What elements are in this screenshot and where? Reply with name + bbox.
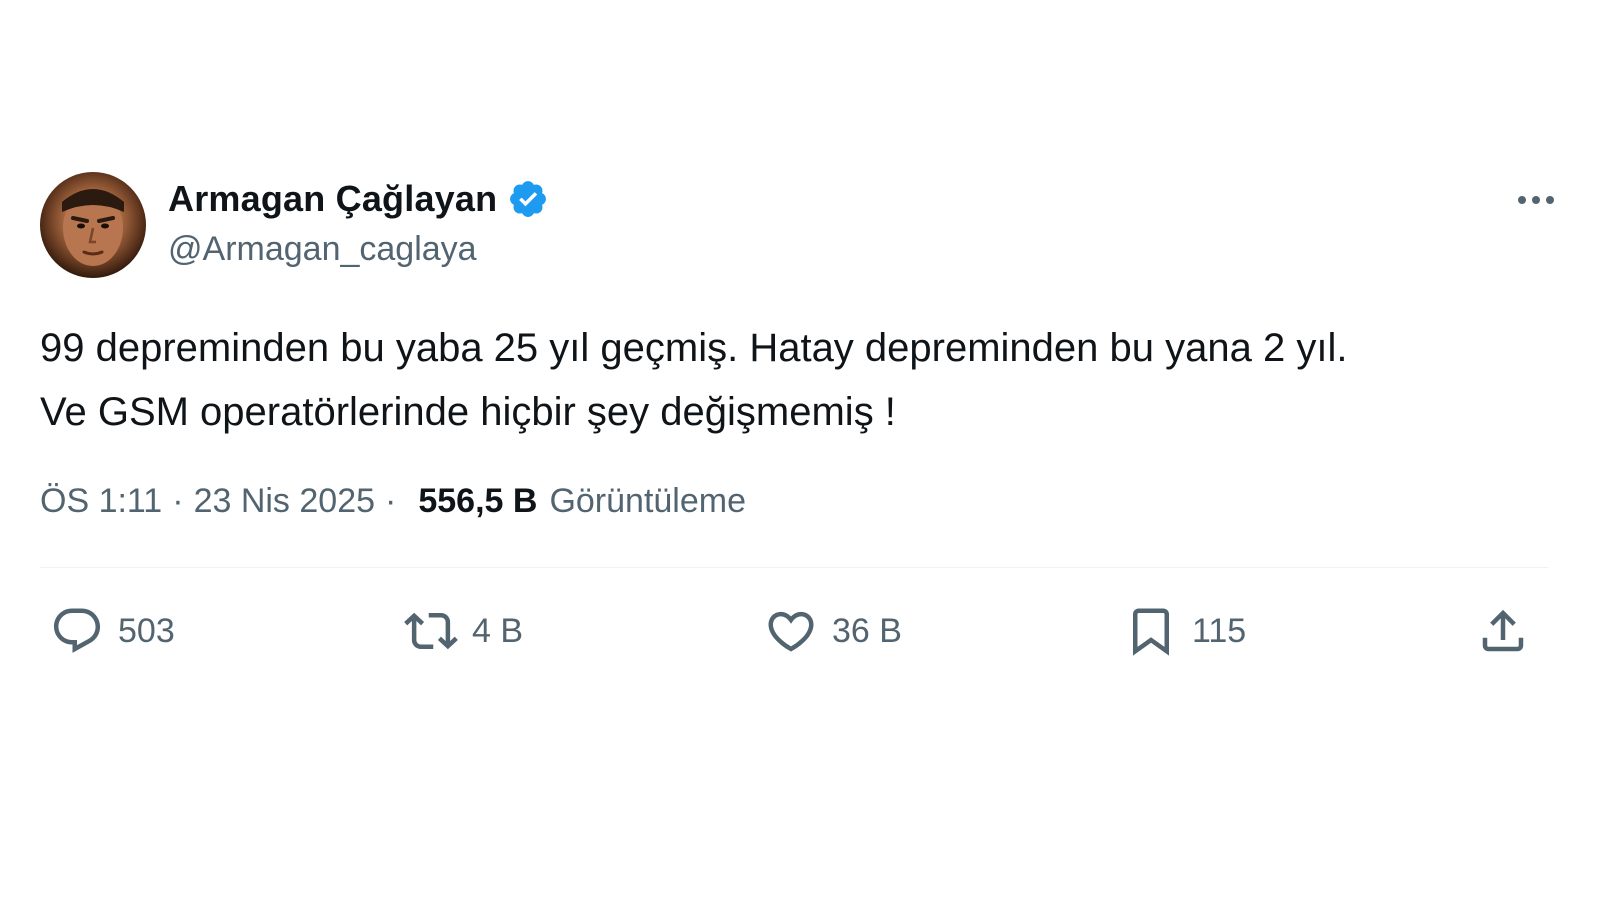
action-bar: 503 4 B 36 B 115 bbox=[40, 592, 1560, 672]
meta-separator: · bbox=[385, 482, 397, 520]
author-display-name[interactable]: Armagan Çağlayan bbox=[168, 178, 497, 220]
tweet-header: Armagan Çağlayan @Armagan_caglaya bbox=[40, 172, 1560, 280]
tweet-date[interactable]: 23 Nis 2025 bbox=[194, 482, 375, 521]
avatar[interactable] bbox=[40, 172, 146, 278]
heart-icon bbox=[768, 611, 814, 652]
tweet-time[interactable]: ÖS 1:11 bbox=[40, 482, 162, 521]
like-count: 36 B bbox=[832, 611, 902, 650]
verified-badge-icon bbox=[510, 181, 547, 217]
author-block: Armagan Çağlayan @Armagan_caglaya bbox=[168, 176, 549, 269]
retweet-icon bbox=[404, 612, 458, 650]
meta-separator: · bbox=[172, 482, 184, 520]
more-dots-icon bbox=[1518, 196, 1554, 204]
more-options-button[interactable] bbox=[1512, 186, 1560, 210]
tweet-card: Armagan Çağlayan @Armagan_caglaya 99 dep… bbox=[40, 172, 1560, 672]
divider bbox=[40, 567, 1548, 568]
views-label: Görüntüleme bbox=[549, 482, 746, 520]
share-button[interactable] bbox=[1476, 604, 1530, 658]
name-row: Armagan Çağlayan bbox=[168, 176, 549, 222]
bookmark-count: 115 bbox=[1192, 611, 1247, 650]
tweet-text: 99 depreminden bu yaba 25 yıl geçmiş. Ha… bbox=[40, 326, 1348, 434]
share-icon bbox=[1482, 609, 1524, 652]
profile-photo-icon bbox=[62, 189, 124, 266]
reply-button[interactable]: 503 bbox=[50, 604, 175, 658]
views-count: 556,5 B bbox=[418, 482, 538, 520]
reply-count: 503 bbox=[118, 611, 175, 650]
tweet-meta: ÖS 1:11 · 23 Nis 2025 · 556,5 B Görüntül… bbox=[40, 482, 1560, 521]
bookmark-button[interactable]: 115 bbox=[1124, 604, 1246, 658]
reply-icon bbox=[53, 608, 101, 653]
bookmark-icon bbox=[1133, 608, 1169, 656]
retweet-count: 4 B bbox=[472, 611, 524, 650]
retweet-button[interactable]: 4 B bbox=[404, 604, 523, 658]
like-button[interactable]: 36 B bbox=[764, 604, 902, 658]
author-handle[interactable]: @Armagan_caglaya bbox=[168, 230, 549, 269]
